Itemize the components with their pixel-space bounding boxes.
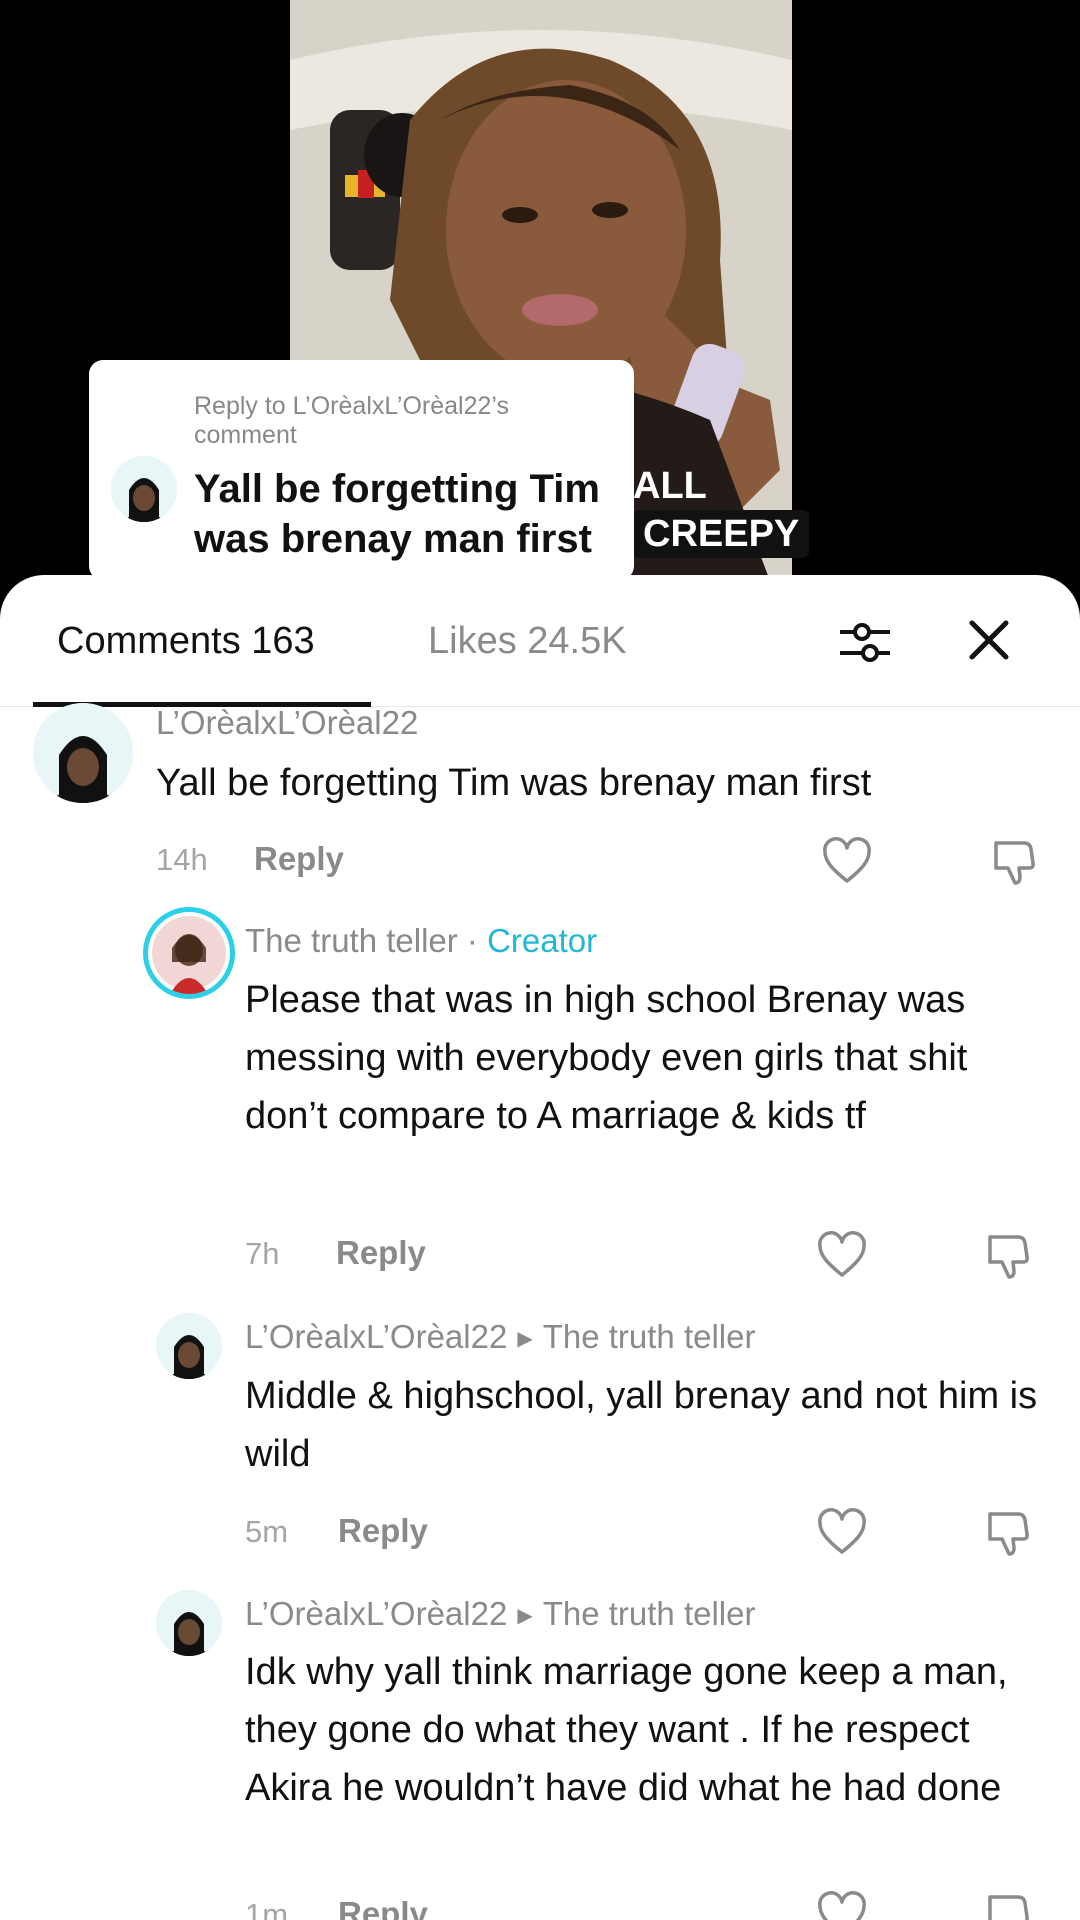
reply-to-username[interactable]: The truth teller [543,1595,756,1632]
thumbs-down-icon[interactable] [982,1891,1032,1920]
username-text[interactable]: The truth teller [245,922,458,959]
reply-sticker-header: Reply to L’OrèalxL’Orèal22’s comment [194,392,509,449]
comment-username[interactable]: L’OrèalxL’Orèal22 ▶ The truth teller [245,1317,755,1359]
thumbs-down-icon[interactable] [982,1231,1032,1281]
video-caption-line: ALL [633,465,707,507]
comment-username[interactable]: L’OrèalxL’Orèal22 ▶ The truth teller [245,1594,755,1636]
comment-timestamp: 14h [156,842,208,877]
avatar[interactable] [156,1313,222,1379]
reply-button[interactable]: Reply [336,1234,426,1272]
reply-sticker: Reply to L’OrèalxL’Orèal22’s comment Yal… [89,360,634,580]
thumbs-down-icon[interactable] [982,1508,1032,1558]
creator-badge: Creator [487,922,598,959]
reply-button[interactable]: Reply [338,1895,428,1920]
video-caption-overlay: ALL CREEPY [633,462,810,558]
comment-text: Please that was in high school Brenay wa… [245,979,968,1137]
thumbs-down-icon[interactable] [988,837,1038,887]
sliders-icon[interactable] [838,615,892,669]
tab-likes[interactable]: Likes 24.5K [428,619,627,663]
video-caption-line: CREEPY [633,510,810,558]
avatar-image [111,456,177,522]
reply-button[interactable]: Reply [254,840,344,878]
avatar-image [156,1590,222,1656]
avatar-image [156,1313,222,1379]
reply-sticker-text: Yall be forgetting Tim was brenay man fi… [194,467,600,561]
reply-button[interactable]: Reply [338,1512,428,1550]
comment-username[interactable]: The truth teller · Creator [245,921,597,961]
comment-text: Middle & highschool, yall brenay and not… [245,1375,1038,1475]
reply-arrow-icon: ▶ [517,1328,533,1351]
reply-to-username[interactable]: The truth teller [543,1318,756,1355]
comments-sheet: Comments 163 Likes 24.5K L’OrèalxL’Orèal… [0,575,1080,1920]
reply-arrow-icon: ▶ [517,1605,533,1628]
comment-username[interactable]: L’OrèalxL’Orèal22 [156,703,418,743]
avatar-image [33,703,133,803]
comments-tab-bar: Comments 163 Likes 24.5K [0,575,1080,707]
username-text[interactable]: L’OrèalxL’Orèal22 [245,1318,507,1355]
heart-icon[interactable] [817,1231,867,1281]
username-separator: · [457,922,488,959]
heart-icon[interactable] [817,1508,867,1558]
comment-text: Yall be forgetting Tim was brenay man fi… [156,762,872,804]
comment-timestamp: 1m [245,1897,289,1920]
avatar [111,456,177,522]
creator-avatar[interactable] [143,907,235,999]
avatar[interactable] [156,1590,222,1656]
comment-timestamp: 7h [245,1236,280,1271]
close-icon[interactable] [964,615,1014,665]
avatar[interactable] [33,703,133,803]
heart-icon[interactable] [817,1891,867,1920]
comment-text: Idk why yall think marriage gone keep a … [245,1651,1008,1809]
username-text[interactable]: L’OrèalxL’Orèal22 [245,1595,507,1632]
avatar-image [152,916,226,994]
comment-timestamp: 5m [245,1514,289,1549]
heart-icon[interactable] [822,837,872,887]
tab-comments[interactable]: Comments 163 [57,619,315,663]
